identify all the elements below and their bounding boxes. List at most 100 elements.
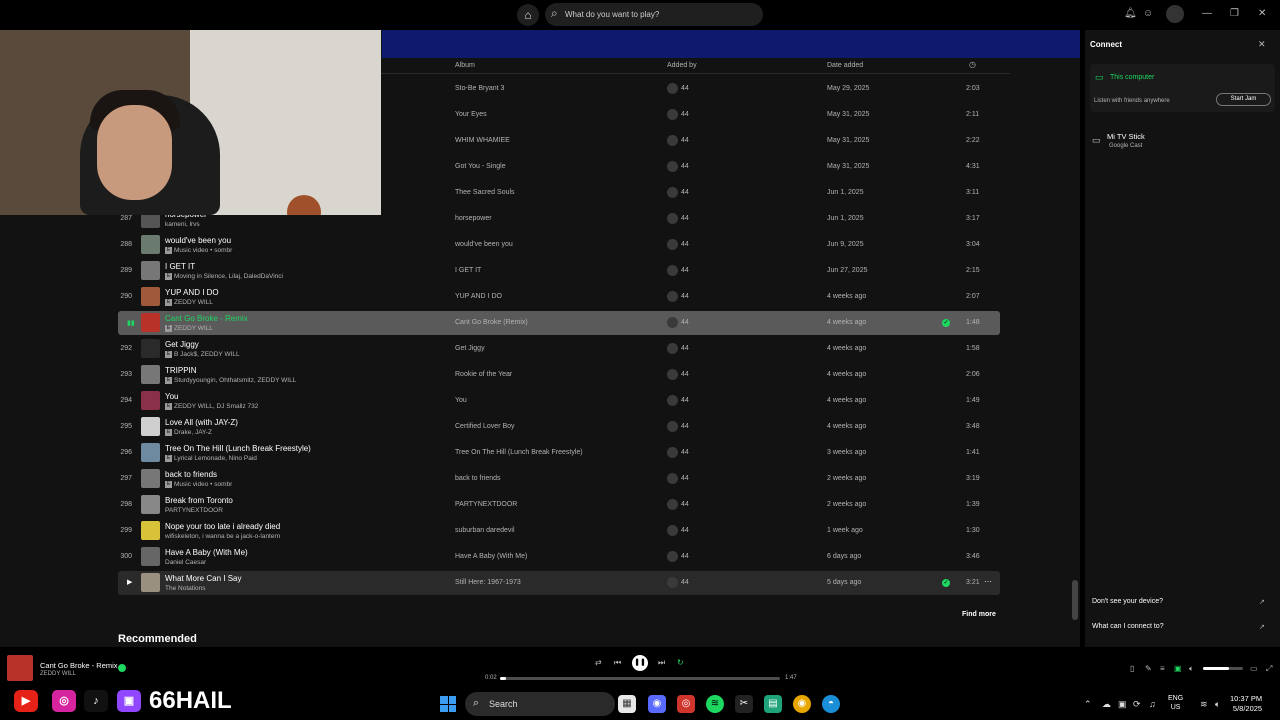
clock[interactable]: 10:37 PM 5/8/2025 bbox=[1230, 694, 1262, 714]
added-by-avatar[interactable] bbox=[667, 499, 678, 510]
track-row[interactable]: 288 would've been you E Music video • sombr… bbox=[118, 233, 1000, 257]
track-album[interactable]: Get Jiggy bbox=[455, 345, 485, 352]
dont-see-device-link[interactable]: Don't see your device? bbox=[1092, 598, 1163, 605]
track-row[interactable]: 294 You E ZEDDY WILL, DJ Smallz 732 You 44 4 w… bbox=[118, 389, 1000, 413]
users-icon[interactable]: ☺ bbox=[1143, 8, 1153, 20]
pause-button[interactable]: ❚❚ bbox=[632, 655, 648, 671]
added-by-avatar[interactable] bbox=[667, 369, 678, 380]
obs-icon[interactable]: ◎ bbox=[677, 695, 695, 713]
track-title[interactable]: Have A Baby (With Me) bbox=[165, 548, 248, 557]
track-added-by[interactable]: 44 bbox=[681, 241, 689, 248]
track-album[interactable]: WHIM WHAMIEE bbox=[455, 137, 510, 144]
added-by-avatar[interactable] bbox=[667, 395, 678, 406]
track-title[interactable]: back to friends bbox=[165, 470, 217, 479]
close-icon[interactable]: ✕ bbox=[1258, 39, 1266, 50]
track-album[interactable]: I GET IT bbox=[455, 267, 481, 274]
track-added-by[interactable]: 44 bbox=[681, 397, 689, 404]
track-row[interactable]: ▮▮ Cant Go Broke - Remix E ZEDDY WILL Cant G… bbox=[118, 311, 1000, 335]
saved-check-icon[interactable]: ✓ bbox=[942, 579, 950, 587]
column-album[interactable]: Album bbox=[455, 62, 475, 69]
track-title[interactable]: Nope your too late i already died bbox=[165, 522, 280, 531]
track-added-by[interactable]: 44 bbox=[681, 215, 689, 222]
track-added-by[interactable]: 44 bbox=[681, 189, 689, 196]
track-row[interactable]: 290 YUP AND I DO E ZEDDY WILL YUP AND I DO 44… bbox=[118, 285, 1000, 309]
language-indicator[interactable]: ENG US bbox=[1168, 694, 1183, 712]
now-playing-title[interactable]: Cant Go Broke - Remix bbox=[40, 661, 118, 670]
track-added-by[interactable]: 44 bbox=[681, 371, 689, 378]
column-added-by[interactable]: Added by bbox=[667, 62, 697, 69]
windows-start-icon[interactable] bbox=[440, 696, 456, 712]
track-artist[interactable]: kameni, lrvs bbox=[165, 221, 200, 228]
now-playing-cover[interactable] bbox=[7, 655, 33, 681]
external-link-icon[interactable]: ↗ bbox=[1259, 623, 1265, 631]
track-album[interactable]: Your Eyes bbox=[455, 111, 487, 118]
added-by-avatar[interactable] bbox=[667, 109, 678, 120]
added-by-avatar[interactable] bbox=[667, 317, 678, 328]
track-artist[interactable]: Music video • sombr bbox=[174, 481, 232, 488]
track-artist[interactable]: ZEDDY WILL bbox=[174, 299, 213, 306]
track-title[interactable]: What More Can I Say bbox=[165, 574, 241, 583]
track-row[interactable]: 297 back to friends E Music video • sombr ba… bbox=[118, 467, 1000, 491]
track-title[interactable]: would've been you bbox=[165, 236, 231, 245]
track-added-by[interactable]: 44 bbox=[681, 293, 689, 300]
added-by-avatar[interactable] bbox=[667, 447, 678, 458]
bell-icon[interactable]: 🔔︎ bbox=[1124, 8, 1137, 20]
added-by-avatar[interactable] bbox=[667, 239, 678, 250]
track-title[interactable]: TRIPPIN bbox=[165, 366, 197, 375]
close-icon[interactable]: ✕ bbox=[1258, 8, 1266, 20]
spotify-icon[interactable]: ≋ bbox=[706, 695, 724, 713]
volume-icon[interactable]: 🔈︎ bbox=[1189, 664, 1194, 674]
track-album[interactable]: Still Here: 1967-1973 bbox=[455, 579, 521, 586]
wifi-icon[interactable]: ≋ bbox=[1200, 699, 1208, 710]
track-row[interactable]: 299 Nope your too late i already died wifi… bbox=[118, 519, 1000, 543]
track-added-by[interactable]: 44 bbox=[681, 475, 689, 482]
volume-slider[interactable] bbox=[1203, 667, 1243, 670]
chrome-icon[interactable]: ◉ bbox=[793, 695, 811, 713]
track-title[interactable]: You bbox=[165, 392, 179, 401]
track-row[interactable]: 289 I GET IT E Moving in Silence, Lilaj, Da… bbox=[118, 259, 1000, 283]
track-album[interactable]: Sto-Be Bryant 3 bbox=[455, 85, 504, 92]
track-album[interactable]: Certified Lover Boy bbox=[455, 423, 515, 430]
edge-icon[interactable]: ◓ bbox=[822, 695, 840, 713]
track-title[interactable]: Tree On The Hill (Lunch Break Freestyle) bbox=[165, 444, 311, 453]
now-playing-view-icon[interactable]: ▯ bbox=[1130, 664, 1134, 673]
track-title[interactable]: Cant Go Broke - Remix bbox=[165, 314, 248, 323]
track-title[interactable]: Get Jiggy bbox=[165, 340, 199, 349]
connect-device-icon[interactable]: ▣ bbox=[1174, 664, 1182, 673]
track-album[interactable]: would've been you bbox=[455, 241, 513, 248]
track-album[interactable]: You bbox=[455, 397, 467, 404]
track-row[interactable]: 292 Get Jiggy E B Jack$, ZEDDY WILL Get Jigg… bbox=[118, 337, 1000, 361]
tray-app-icon[interactable]: ⟳ bbox=[1133, 699, 1141, 710]
track-added-by[interactable]: 44 bbox=[681, 319, 689, 326]
track-artist[interactable]: Moving in Silence, Lilaj, DaledDaVinci bbox=[174, 273, 283, 280]
track-title[interactable]: Love All (with JAY-Z) bbox=[165, 418, 238, 427]
track-artist[interactable]: The Notations bbox=[165, 585, 205, 592]
track-album[interactable]: suburban daredevil bbox=[455, 527, 515, 534]
track-artist[interactable]: B Jack$, ZEDDY WILL bbox=[174, 351, 240, 358]
added-by-avatar[interactable] bbox=[667, 577, 678, 588]
repeat-icon[interactable]: ↻ bbox=[677, 658, 684, 667]
track-added-by[interactable]: 44 bbox=[681, 527, 689, 534]
track-artist[interactable]: wifiskeleton, i wanna be a jack-o-lanter… bbox=[165, 533, 280, 540]
profile-icon[interactable] bbox=[1166, 5, 1184, 23]
find-more-link[interactable]: Find more bbox=[962, 611, 996, 618]
progress-bar[interactable] bbox=[500, 677, 780, 680]
track-artist[interactable]: Daniel Caesar bbox=[165, 559, 206, 566]
track-album[interactable]: Rookie of the Year bbox=[455, 371, 512, 378]
added-by-avatar[interactable] bbox=[667, 473, 678, 484]
track-added-by[interactable]: 44 bbox=[681, 423, 689, 430]
added-by-avatar[interactable] bbox=[667, 83, 678, 94]
added-by-avatar[interactable] bbox=[667, 187, 678, 198]
lyrics-icon[interactable]: ✎ bbox=[1145, 664, 1152, 673]
more-options-icon[interactable]: ··· bbox=[984, 577, 992, 586]
track-album[interactable]: Got You - Single bbox=[455, 163, 506, 170]
track-row[interactable]: 296 Tree On The Hill (Lunch Break Freesty… bbox=[118, 441, 1000, 465]
track-added-by[interactable]: 44 bbox=[681, 501, 689, 508]
start-jam-button[interactable]: Start Jam bbox=[1216, 93, 1271, 106]
playing-bars-icon[interactable]: ▮▮ bbox=[127, 319, 135, 327]
track-album[interactable]: horsepower bbox=[455, 215, 492, 222]
track-added-by[interactable]: 44 bbox=[681, 85, 689, 92]
track-row[interactable]: 298 Break from Toronto PARTYNEXTDOOR PARTYN… bbox=[118, 493, 1000, 517]
track-added-by[interactable]: 44 bbox=[681, 111, 689, 118]
microphone-icon[interactable]: ♫ bbox=[1149, 699, 1156, 709]
